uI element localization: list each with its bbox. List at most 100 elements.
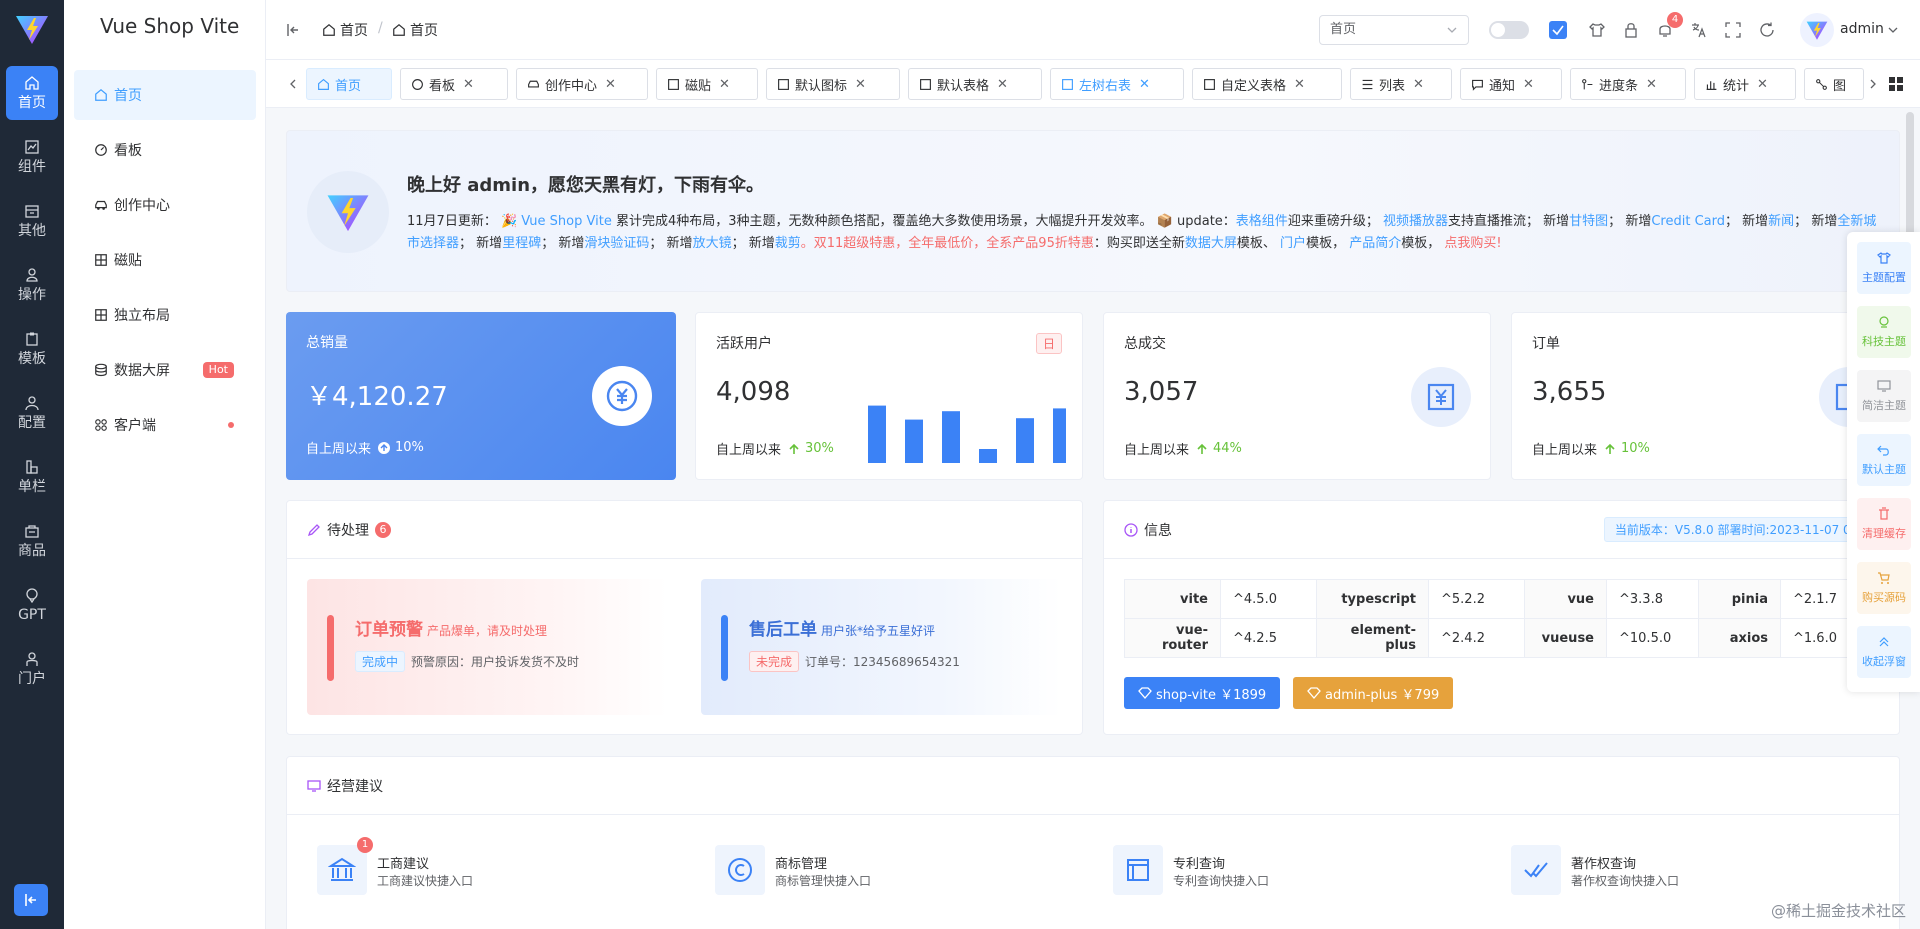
todo-after-sales[interactable]: 售后工单 用户张*给予五星好评 未完成 订单号：12345689654321 [701,579,1061,715]
close-icon[interactable]: ✕ [463,77,474,92]
tab-default-icons[interactable]: 默认图标 ✕ [766,68,900,100]
menu-item-client[interactable]: 客户端 [74,400,256,450]
refresh-icon[interactable] [1758,21,1776,39]
todo-order-alert[interactable]: 订单预警 产品爆单，请及时处理 完成中 预警原因：用户投诉发货不及时 [307,579,667,715]
buy-source-button[interactable]: 购买源码 [1857,562,1911,614]
tab-home[interactable]: 首页 [306,68,392,100]
close-icon[interactable]: ✕ [1523,77,1534,92]
page-search-select[interactable]: 首页 [1319,15,1469,45]
rail-item-other[interactable]: 其他 [6,194,58,248]
tab-dashboard[interactable]: 看板 ✕ [400,68,508,100]
product-link[interactable]: Vue Shop Vite [521,214,612,229]
close-icon[interactable]: ✕ [1294,77,1305,92]
theme-config-button[interactable]: 主题配置 [1857,242,1911,294]
close-icon[interactable]: ✕ [719,77,730,92]
close-icon[interactable]: ✕ [605,77,616,92]
shirt-icon[interactable] [1588,21,1606,39]
advice-item-business[interactable]: 1 工商建议 工商建议快捷入口 [317,837,617,905]
portal-link[interactable]: 门户 [1280,236,1306,251]
product-intro-link[interactable]: 产品简介 [1349,236,1401,251]
layout-checkbox[interactable] [1549,21,1567,39]
translate-icon[interactable] [1690,21,1708,39]
buy-admin-plus-button[interactable]: admin-plus ￥799 [1293,677,1454,709]
update-text: 支持直播推流； [1447,214,1539,229]
rail-item-operate[interactable]: 操作 [6,258,58,312]
advice-item-patent[interactable]: 专利查询 专利查询快捷入口 [1113,845,1413,905]
table-component-link[interactable]: 表格组件 [1236,214,1288,229]
update-text: 新增 [1742,214,1769,229]
chevron-right-icon[interactable] [1868,79,1878,89]
close-icon[interactable]: ✕ [1757,77,1768,92]
rail-item-gpt[interactable]: GPT [6,578,58,632]
default-theme-button[interactable]: 默认主题 [1857,434,1911,486]
big-screen-link[interactable]: 数据大屏 [1185,236,1237,251]
tab-creation[interactable]: 创作中心 ✕ [516,68,648,100]
tab-statistics[interactable]: 统计 ✕ [1694,68,1796,100]
simple-theme-button[interactable]: 简洁主题 [1857,370,1911,422]
tech-theme-button[interactable]: 科技主题 [1857,306,1911,358]
tab-label: 创作中心 [545,78,598,94]
tab-graph[interactable]: 图 [1804,68,1864,100]
menu-item-standalone-layout[interactable]: 独立布局 [74,290,256,340]
grid-icon [95,254,107,266]
buy-link[interactable]: 点我购买! [1444,236,1501,251]
rail-item-single-column[interactable]: 单栏 [6,450,58,504]
lock-icon[interactable] [1622,21,1640,39]
period-tag[interactable]: 日 [1035,333,1062,354]
video-player-link[interactable]: 视频播放器 [1383,214,1448,229]
crop-link[interactable]: 裁剪 [775,236,801,251]
tab-list[interactable]: 列表 ✕ [1350,68,1452,100]
chevron-down-icon[interactable] [1888,25,1898,35]
list-icon [1362,79,1373,89]
tab-tree-table[interactable]: 左树右表 ✕ [1050,68,1184,100]
accent-bar [327,615,334,681]
rail-item-goods[interactable]: 商品 [6,514,58,568]
fold-menu-icon[interactable] [286,23,300,37]
tab-custom-table[interactable]: 自定义表格 ✕ [1192,68,1342,100]
collapse-sidebar-button[interactable] [14,884,48,916]
todo-detail: 完成中 预警原因：用户投诉发货不及时 [355,651,579,672]
magnifier-link[interactable]: 放大镜 [693,236,732,251]
tab-progress[interactable]: 进度条 ✕ [1570,68,1686,100]
rail-item-home[interactable]: 首页 [6,66,58,120]
close-icon[interactable]: ✕ [1646,77,1657,92]
menu-item-tiles[interactable]: 磁贴 [74,235,256,285]
home-icon [95,88,107,101]
menu-item-creation[interactable]: 创作中心 [74,180,256,230]
rail-item-portal[interactable]: 门户 [6,642,58,696]
rail-item-components[interactable]: 组件 [6,130,58,184]
close-icon[interactable]: ✕ [1413,77,1424,92]
tab-notice[interactable]: 通知 ✕ [1460,68,1562,100]
close-icon[interactable]: ✕ [855,77,866,92]
tab-default-table[interactable]: 默认表格 ✕ [908,68,1042,100]
news-link[interactable]: 新闻 [1768,214,1794,229]
clear-cache-button[interactable]: 清理缓存 [1857,498,1911,550]
advice-item-trademark[interactable]: 商标管理 商标管理快捷入口 [715,845,1015,905]
update-text: ：购买即送全新 [1093,236,1185,251]
breadcrumb-item[interactable]: 首页 [322,20,368,40]
tab-tiles[interactable]: 磁贴 ✕ [656,68,758,100]
fullscreen-icon[interactable] [1724,21,1742,39]
chevron-left-icon[interactable] [288,79,298,89]
rail-item-template[interactable]: 模板 [6,322,58,376]
grid-icon [668,78,679,90]
menu-item-home[interactable]: 首页 [74,70,256,120]
dark-mode-toggle[interactable] [1489,21,1529,39]
credit-card-link[interactable]: Credit Card [1651,214,1725,229]
milestone-link[interactable]: 里程碑 [502,236,541,251]
user-name[interactable]: admin [1840,21,1884,37]
buy-shop-vite-button[interactable]: shop-vite ￥1899 [1124,677,1281,709]
menu-item-data-screen[interactable]: 数据大屏 Hot [74,345,256,395]
check-icon [1552,25,1564,36]
advice-item-copyright[interactable]: 著作权查询 著作权查询快捷入口 [1511,845,1811,905]
menu-item-dashboard[interactable]: 看板 [74,125,256,175]
slider-captcha-link[interactable]: 滑块验证码 [584,236,649,251]
close-icon[interactable]: ✕ [1139,77,1150,92]
collapse-float-button[interactable]: 收起浮窗 [1857,626,1911,678]
gantt-link[interactable]: 甘特图 [1569,214,1608,229]
close-icon[interactable]: ✕ [997,77,1008,92]
tabs-menu-icon[interactable] [1888,76,1904,92]
avatar[interactable] [1800,13,1834,47]
vite-logo-icon[interactable] [14,12,50,46]
rail-item-config[interactable]: 配置 [6,386,58,440]
